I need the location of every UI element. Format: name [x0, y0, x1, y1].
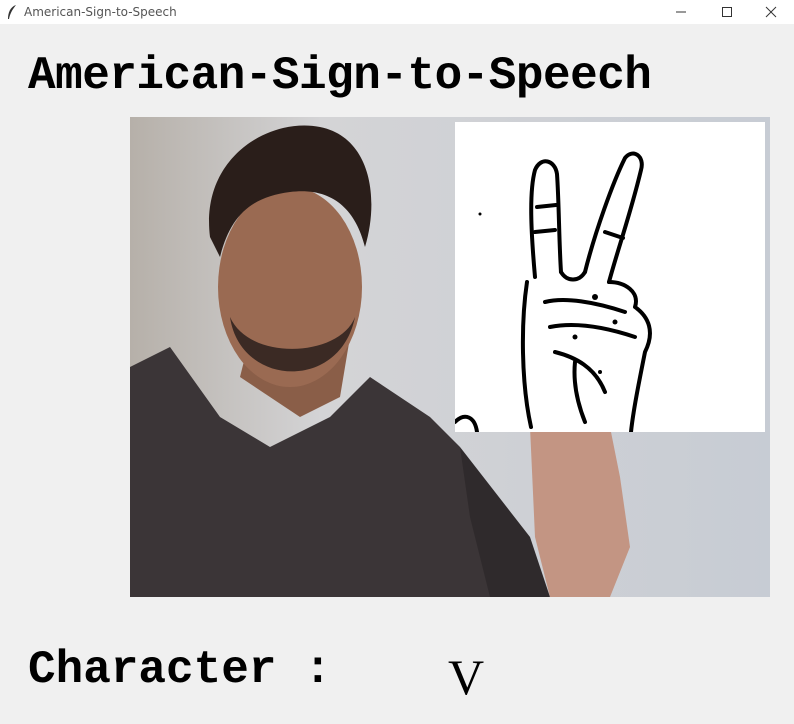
maximize-icon — [722, 7, 732, 17]
close-button[interactable] — [748, 0, 794, 24]
maximize-button[interactable] — [704, 0, 750, 24]
hand-threshold-roi — [455, 122, 765, 432]
hand-sign-v-image — [455, 122, 765, 432]
predicted-character: V — [448, 649, 485, 705]
window-titlebar: American-Sign-to-Speech — [0, 0, 794, 24]
app-heading: American-Sign-to-Speech — [28, 50, 652, 102]
minimize-button[interactable] — [658, 0, 704, 24]
webcam-feed — [130, 117, 770, 597]
feather-icon — [6, 4, 18, 20]
window-title: American-Sign-to-Speech — [24, 5, 177, 19]
minimize-icon — [676, 11, 686, 13]
close-icon — [765, 6, 777, 18]
character-label: Character : — [28, 644, 332, 696]
